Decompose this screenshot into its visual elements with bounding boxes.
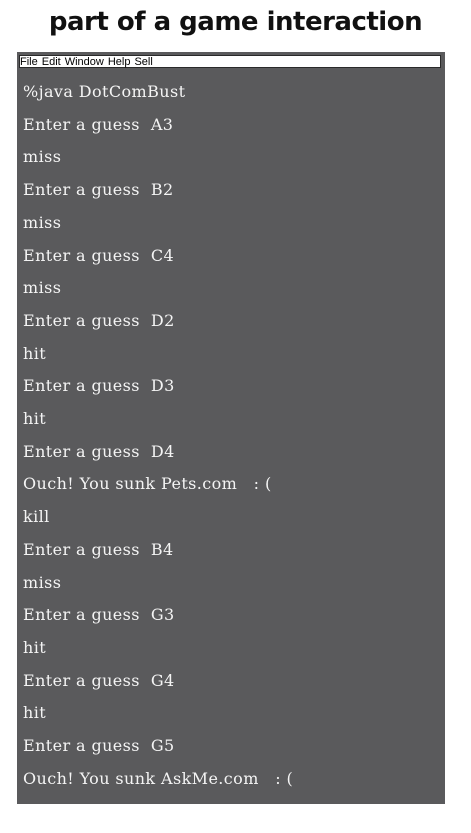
console-line: Enter a guess G4: [23, 670, 175, 690]
console-line: kill: [23, 507, 50, 527]
console-line: hit: [23, 703, 47, 723]
menu-sell[interactable]: Sell: [134, 56, 152, 68]
menu-help[interactable]: Help: [108, 56, 131, 68]
console-line: miss: [23, 212, 62, 232]
menu-file[interactable]: File: [20, 56, 38, 68]
console-line: hit: [23, 637, 47, 657]
console-line: miss: [23, 147, 62, 167]
console-line: hit: [23, 343, 47, 363]
menu-bar: File Edit Window Help Sell: [19, 55, 441, 68]
console-line: Enter a guess C4: [23, 245, 175, 265]
console-line: Enter a guess B2: [23, 180, 174, 200]
console-line: Enter a guess D3: [23, 376, 175, 396]
console-line: miss: [23, 278, 62, 298]
console-line: miss: [23, 572, 62, 592]
console-line: Ouch! You sunk Pets.com : (: [23, 474, 272, 494]
console-line: Enter a guess D2: [23, 310, 175, 330]
console-line: Enter a guess G3: [23, 605, 175, 625]
page-title: part of a game interaction: [48, 7, 423, 37]
menu-edit[interactable]: Edit: [42, 56, 61, 68]
console-line: hit: [23, 409, 47, 428]
console-line: Enter a guess A3: [23, 114, 174, 134]
console-line: Enter a guess G5: [23, 736, 175, 755]
terminal-window: File Edit Window Help Sell %java DotComBust E…: [17, 52, 445, 804]
console-line: Ouch! You sunk AskMe.com : (: [23, 768, 294, 788]
console-line: Enter a guess B4: [23, 539, 174, 559]
console-line: Enter a guess D4: [23, 441, 175, 461]
menu-window[interactable]: Window: [65, 56, 104, 68]
console-line: %java DotComBust: [23, 82, 186, 101]
